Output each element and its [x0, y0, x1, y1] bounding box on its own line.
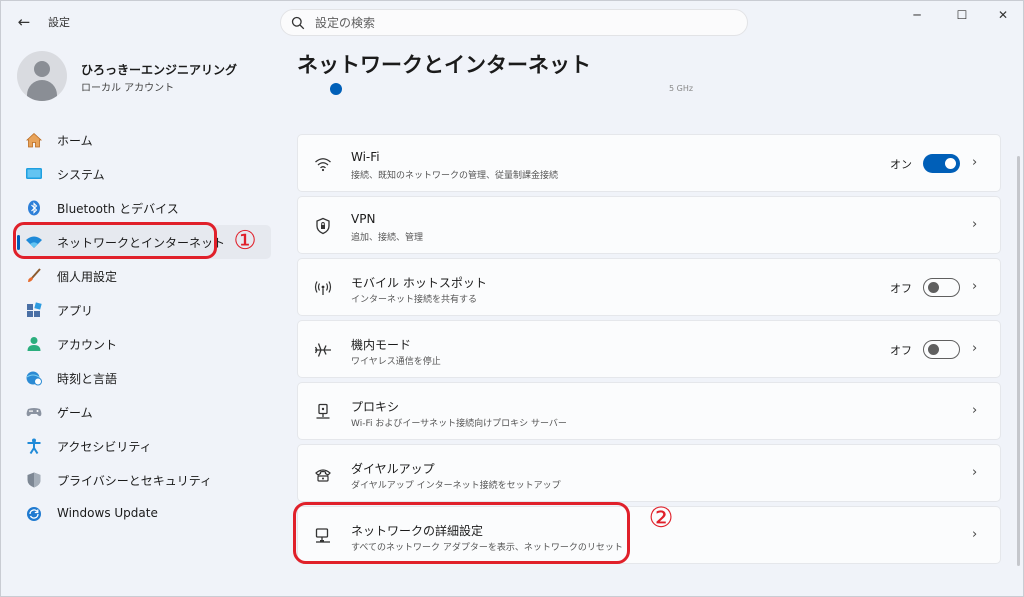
- system-icon: [26, 168, 42, 179]
- profile-account-type: ローカル アカウント: [81, 83, 175, 94]
- bluetooth-icon: [28, 200, 40, 216]
- brush-icon: [28, 268, 41, 282]
- scrollbar[interactable]: [1017, 156, 1020, 566]
- card-mobile-hotspot[interactable]: モバイル ホットスポット インターネット接続を共有する オフ ›: [297, 258, 1001, 316]
- sidebar-item-label: アプリ: [57, 304, 94, 318]
- user-profile[interactable]: ひろっきーエンジニアリング ローカル アカウント: [17, 51, 267, 101]
- search-icon: [291, 16, 305, 30]
- maximize-button[interactable]: ☐: [947, 5, 977, 25]
- chevron-right-icon: ›: [972, 465, 978, 480]
- sidebar-item-time-language[interactable]: 時刻と言語: [17, 361, 271, 395]
- minimize-button[interactable]: ─: [902, 5, 932, 25]
- card-title: VPN: [351, 212, 376, 226]
- annotation-number-two: ②: [648, 501, 674, 534]
- card-airplane-mode[interactable]: 機内モード ワイヤレス通信を停止 オフ ›: [297, 320, 1001, 378]
- chevron-right-icon: ›: [972, 341, 978, 356]
- app-title: 設定: [48, 16, 70, 29]
- proxy-icon: [316, 403, 330, 419]
- sidebar-item-label: プライバシーとセキュリティ: [57, 474, 213, 488]
- close-button[interactable]: ✕: [988, 5, 1018, 25]
- card-description: インターネット接続を共有する: [351, 295, 478, 305]
- card-title: Wi-Fi: [351, 150, 380, 164]
- account-icon: [27, 337, 41, 351]
- sidebar-item-apps[interactable]: アプリ: [17, 293, 271, 327]
- sidebar-item-system[interactable]: システム: [17, 157, 271, 191]
- page-title: ネットワークとインターネット: [297, 53, 591, 77]
- sidebar-item-gaming[interactable]: ゲーム: [17, 395, 271, 429]
- apps-icon: [27, 302, 42, 317]
- toggle-state-label: オフ: [890, 344, 912, 357]
- card-proxy[interactable]: プロキシ Wi-Fi およびイーサネット接続向けプロキシ サーバー ›: [297, 382, 1001, 440]
- card-wifi[interactable]: Wi-Fi 接続、既知のネットワークの管理、従量制課金接続 オン ›: [297, 134, 1001, 192]
- airplane-icon: [314, 343, 331, 357]
- card-description: ワイヤレス通信を停止: [351, 357, 441, 367]
- sidebar-nav: ホーム システム Bluetooth とデバイス ネットワークとインターネット: [17, 123, 271, 531]
- card-description: ダイヤルアップ インターネット接続をセットアップ: [351, 481, 561, 491]
- sidebar-item-label: アクセシビリティ: [57, 440, 152, 454]
- scrolled-content-peek: 5 GHz: [297, 83, 1001, 97]
- card-title: プロキシ: [351, 400, 400, 414]
- sidebar-item-accounts[interactable]: アカウント: [17, 327, 271, 361]
- home-icon: [25, 132, 43, 148]
- vpn-shield-icon: [316, 217, 330, 235]
- shield-icon: [27, 472, 41, 488]
- card-dialup[interactable]: ダイヤルアップ ダイヤルアップ インターネット接続をセットアップ ›: [297, 444, 1001, 502]
- sidebar-item-personalization[interactable]: 個人用設定: [17, 259, 271, 293]
- chevron-right-icon: ›: [972, 279, 978, 294]
- sidebar-item-accessibility[interactable]: アクセシビリティ: [17, 429, 271, 463]
- sidebar-item-windows-update[interactable]: Windows Update: [17, 497, 271, 531]
- update-icon: [27, 507, 41, 521]
- sidebar-item-label: システム: [57, 168, 105, 182]
- back-button[interactable]: ←: [13, 11, 35, 33]
- wifi-radio-indicator: [330, 83, 342, 95]
- card-title: モバイル ホットスポット: [351, 276, 487, 290]
- sidebar-item-label: Bluetooth とデバイス: [57, 202, 179, 216]
- card-description: Wi-Fi およびイーサネット接続向けプロキシ サーバー: [351, 419, 567, 429]
- dialup-icon: [315, 469, 331, 482]
- avatar: [17, 51, 67, 101]
- hotspot-toggle[interactable]: [923, 278, 960, 297]
- sidebar-item-label: ホーム: [57, 134, 93, 148]
- sidebar-item-home[interactable]: ホーム: [17, 123, 271, 157]
- annotation-highlight-advanced: [293, 502, 630, 564]
- sidebar-item-label: 時刻と言語: [57, 372, 118, 386]
- sidebar-item-privacy[interactable]: プライバシーとセキュリティ: [17, 463, 271, 497]
- card-vpn[interactable]: VPN 追加、接続、管理 ›: [297, 196, 1001, 254]
- annotation-number-one: ①: [233, 226, 257, 256]
- hotspot-icon: [314, 281, 332, 295]
- card-title: ダイヤルアップ: [351, 462, 435, 476]
- profile-name: ひろっきーエンジニアリング: [81, 63, 238, 77]
- sidebar-item-bluetooth[interactable]: Bluetooth とデバイス: [17, 191, 271, 225]
- sidebar-item-label: 個人用設定: [57, 270, 118, 284]
- wifi-icon: [315, 158, 331, 172]
- toggle-state-label: オフ: [890, 282, 912, 295]
- search-box[interactable]: [280, 9, 748, 36]
- chevron-right-icon: ›: [972, 217, 978, 232]
- gamepad-icon: [26, 408, 42, 417]
- annotation-highlight-network: [13, 222, 217, 259]
- sidebar-item-label: Windows Update: [57, 506, 158, 520]
- card-title: 機内モード: [351, 338, 412, 352]
- card-description: 追加、接続、管理: [351, 233, 424, 243]
- sidebar-item-label: ゲーム: [57, 406, 93, 420]
- card-description: 接続、既知のネットワークの管理、従量制課金接続: [351, 171, 559, 181]
- settings-window: ← 設定 ─ ☐ ✕ ひろっきーエンジニアリング ローカル アカウント ホーム: [0, 0, 1024, 597]
- toggle-state-label: オン: [890, 158, 912, 171]
- airplane-mode-toggle[interactable]: [923, 340, 960, 359]
- accessibility-icon: [27, 438, 41, 454]
- globe-clock-icon: [26, 371, 42, 386]
- chevron-right-icon: ›: [972, 527, 978, 542]
- band-text: 5 GHz: [669, 84, 694, 93]
- search-input[interactable]: [315, 14, 715, 32]
- sidebar-item-label: アカウント: [57, 338, 118, 352]
- title-bar: ← 設定 ─ ☐ ✕: [1, 1, 1023, 43]
- chevron-right-icon: ›: [972, 155, 978, 170]
- wifi-toggle[interactable]: [923, 154, 960, 173]
- chevron-right-icon: ›: [972, 403, 978, 418]
